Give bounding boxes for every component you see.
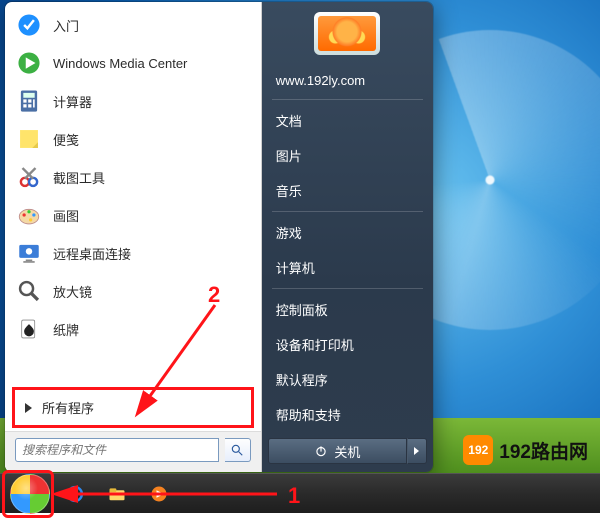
- search-button[interactable]: [225, 438, 251, 462]
- all-programs-label: 所有程序: [42, 398, 94, 417]
- calculator-icon: [15, 87, 43, 115]
- shutdown-button[interactable]: 关机: [268, 438, 407, 464]
- program-item-4[interactable]: 截图工具: [7, 158, 259, 196]
- right-link-top-1[interactable]: 图片: [268, 138, 427, 173]
- watermark-badge: 192: [463, 435, 493, 465]
- right-link-bottom-2[interactable]: 默认程序: [268, 362, 427, 397]
- program-item-6[interactable]: 远程桌面连接: [7, 234, 259, 272]
- annotation-highlight-start: [2, 470, 54, 518]
- taskbar: [0, 473, 600, 513]
- chevron-right-icon: [414, 447, 419, 455]
- power-icon: [314, 444, 328, 458]
- sticky-notes-icon: [15, 125, 43, 153]
- search-row: [5, 431, 261, 472]
- program-item-2[interactable]: 计算器: [7, 82, 259, 120]
- chevron-right-icon: [25, 403, 32, 413]
- site-watermark: 192 192路由网: [463, 435, 588, 465]
- program-item-label: Windows Media Center: [53, 56, 187, 71]
- solitaire-icon: [15, 315, 43, 343]
- remote-desktop-icon: [15, 239, 43, 267]
- program-item-5[interactable]: 画图: [7, 196, 259, 234]
- program-list: 入门 Windows Media Center 计算器便笺截图工具画图远程桌面连接放…: [5, 2, 261, 384]
- start-menu-left-pane: 入门 Windows Media Center 计算器便笺截图工具画图远程桌面连接放…: [5, 2, 262, 472]
- taskbar-pinned-apps: [54, 482, 180, 506]
- snipping-tool-icon: [15, 163, 43, 191]
- shutdown-options-button[interactable]: [407, 438, 427, 464]
- right-link-bottom-0[interactable]: 控制面板: [268, 292, 427, 327]
- right-links-list: www.192ly.com 文档图片音乐游戏计算机控制面板设备和打印机默认程序帮助…: [268, 65, 427, 432]
- taskbar-pin-ie-icon[interactable]: [60, 482, 90, 506]
- media-center-icon: [15, 49, 43, 77]
- taskbar-pin-media-player-icon[interactable]: [144, 482, 174, 506]
- program-item-3[interactable]: 便笺: [7, 120, 259, 158]
- program-item-8[interactable]: 纸牌: [7, 310, 259, 348]
- user-avatar: [318, 16, 376, 51]
- program-item-label: 纸牌: [53, 320, 79, 339]
- program-item-label: 计算器: [53, 92, 92, 111]
- program-item-label: 截图工具: [53, 168, 105, 187]
- search-icon: [230, 443, 244, 457]
- program-item-label: 远程桌面连接: [53, 244, 131, 263]
- program-item-0[interactable]: 入门: [7, 6, 259, 44]
- program-item-label: 放大镜: [53, 282, 92, 301]
- right-link-top-0[interactable]: 文档: [268, 103, 427, 138]
- taskbar-pin-explorer-icon[interactable]: [102, 482, 132, 506]
- right-link-mid-0[interactable]: 游戏: [268, 215, 427, 250]
- right-link-bottom-3[interactable]: 帮助和支持: [268, 397, 427, 432]
- search-box[interactable]: [15, 438, 219, 462]
- right-link-username[interactable]: www.192ly.com: [268, 65, 427, 96]
- shutdown-label: 关机: [334, 442, 360, 461]
- program-item-label: 画图: [53, 206, 79, 225]
- program-item-label: 入门: [53, 16, 79, 35]
- start-menu: 入门 Windows Media Center 计算器便笺截图工具画图远程桌面连接放…: [4, 1, 434, 473]
- watermark-text: 192路由网: [499, 437, 588, 464]
- paint-icon: [15, 201, 43, 229]
- separator: [272, 99, 423, 100]
- right-link-top-2[interactable]: 音乐: [268, 173, 427, 208]
- user-avatar-frame[interactable]: [314, 12, 380, 55]
- intro-icon: [15, 11, 43, 39]
- program-item-1[interactable]: Windows Media Center: [7, 44, 259, 82]
- all-programs-button[interactable]: 所有程序: [12, 387, 254, 428]
- separator: [272, 211, 423, 212]
- start-button[interactable]: [10, 474, 50, 514]
- right-link-mid-1[interactable]: 计算机: [268, 250, 427, 285]
- program-item-7[interactable]: 放大镜: [7, 272, 259, 310]
- search-input[interactable]: [22, 443, 212, 457]
- start-menu-right-pane: www.192ly.com 文档图片音乐游戏计算机控制面板设备和打印机默认程序帮助…: [262, 2, 433, 472]
- right-link-bottom-1[interactable]: 设备和打印机: [268, 327, 427, 362]
- shutdown-row: 关机: [268, 432, 427, 464]
- separator: [272, 288, 423, 289]
- program-item-label: 便笺: [53, 130, 79, 149]
- magnifier-icon: [15, 277, 43, 305]
